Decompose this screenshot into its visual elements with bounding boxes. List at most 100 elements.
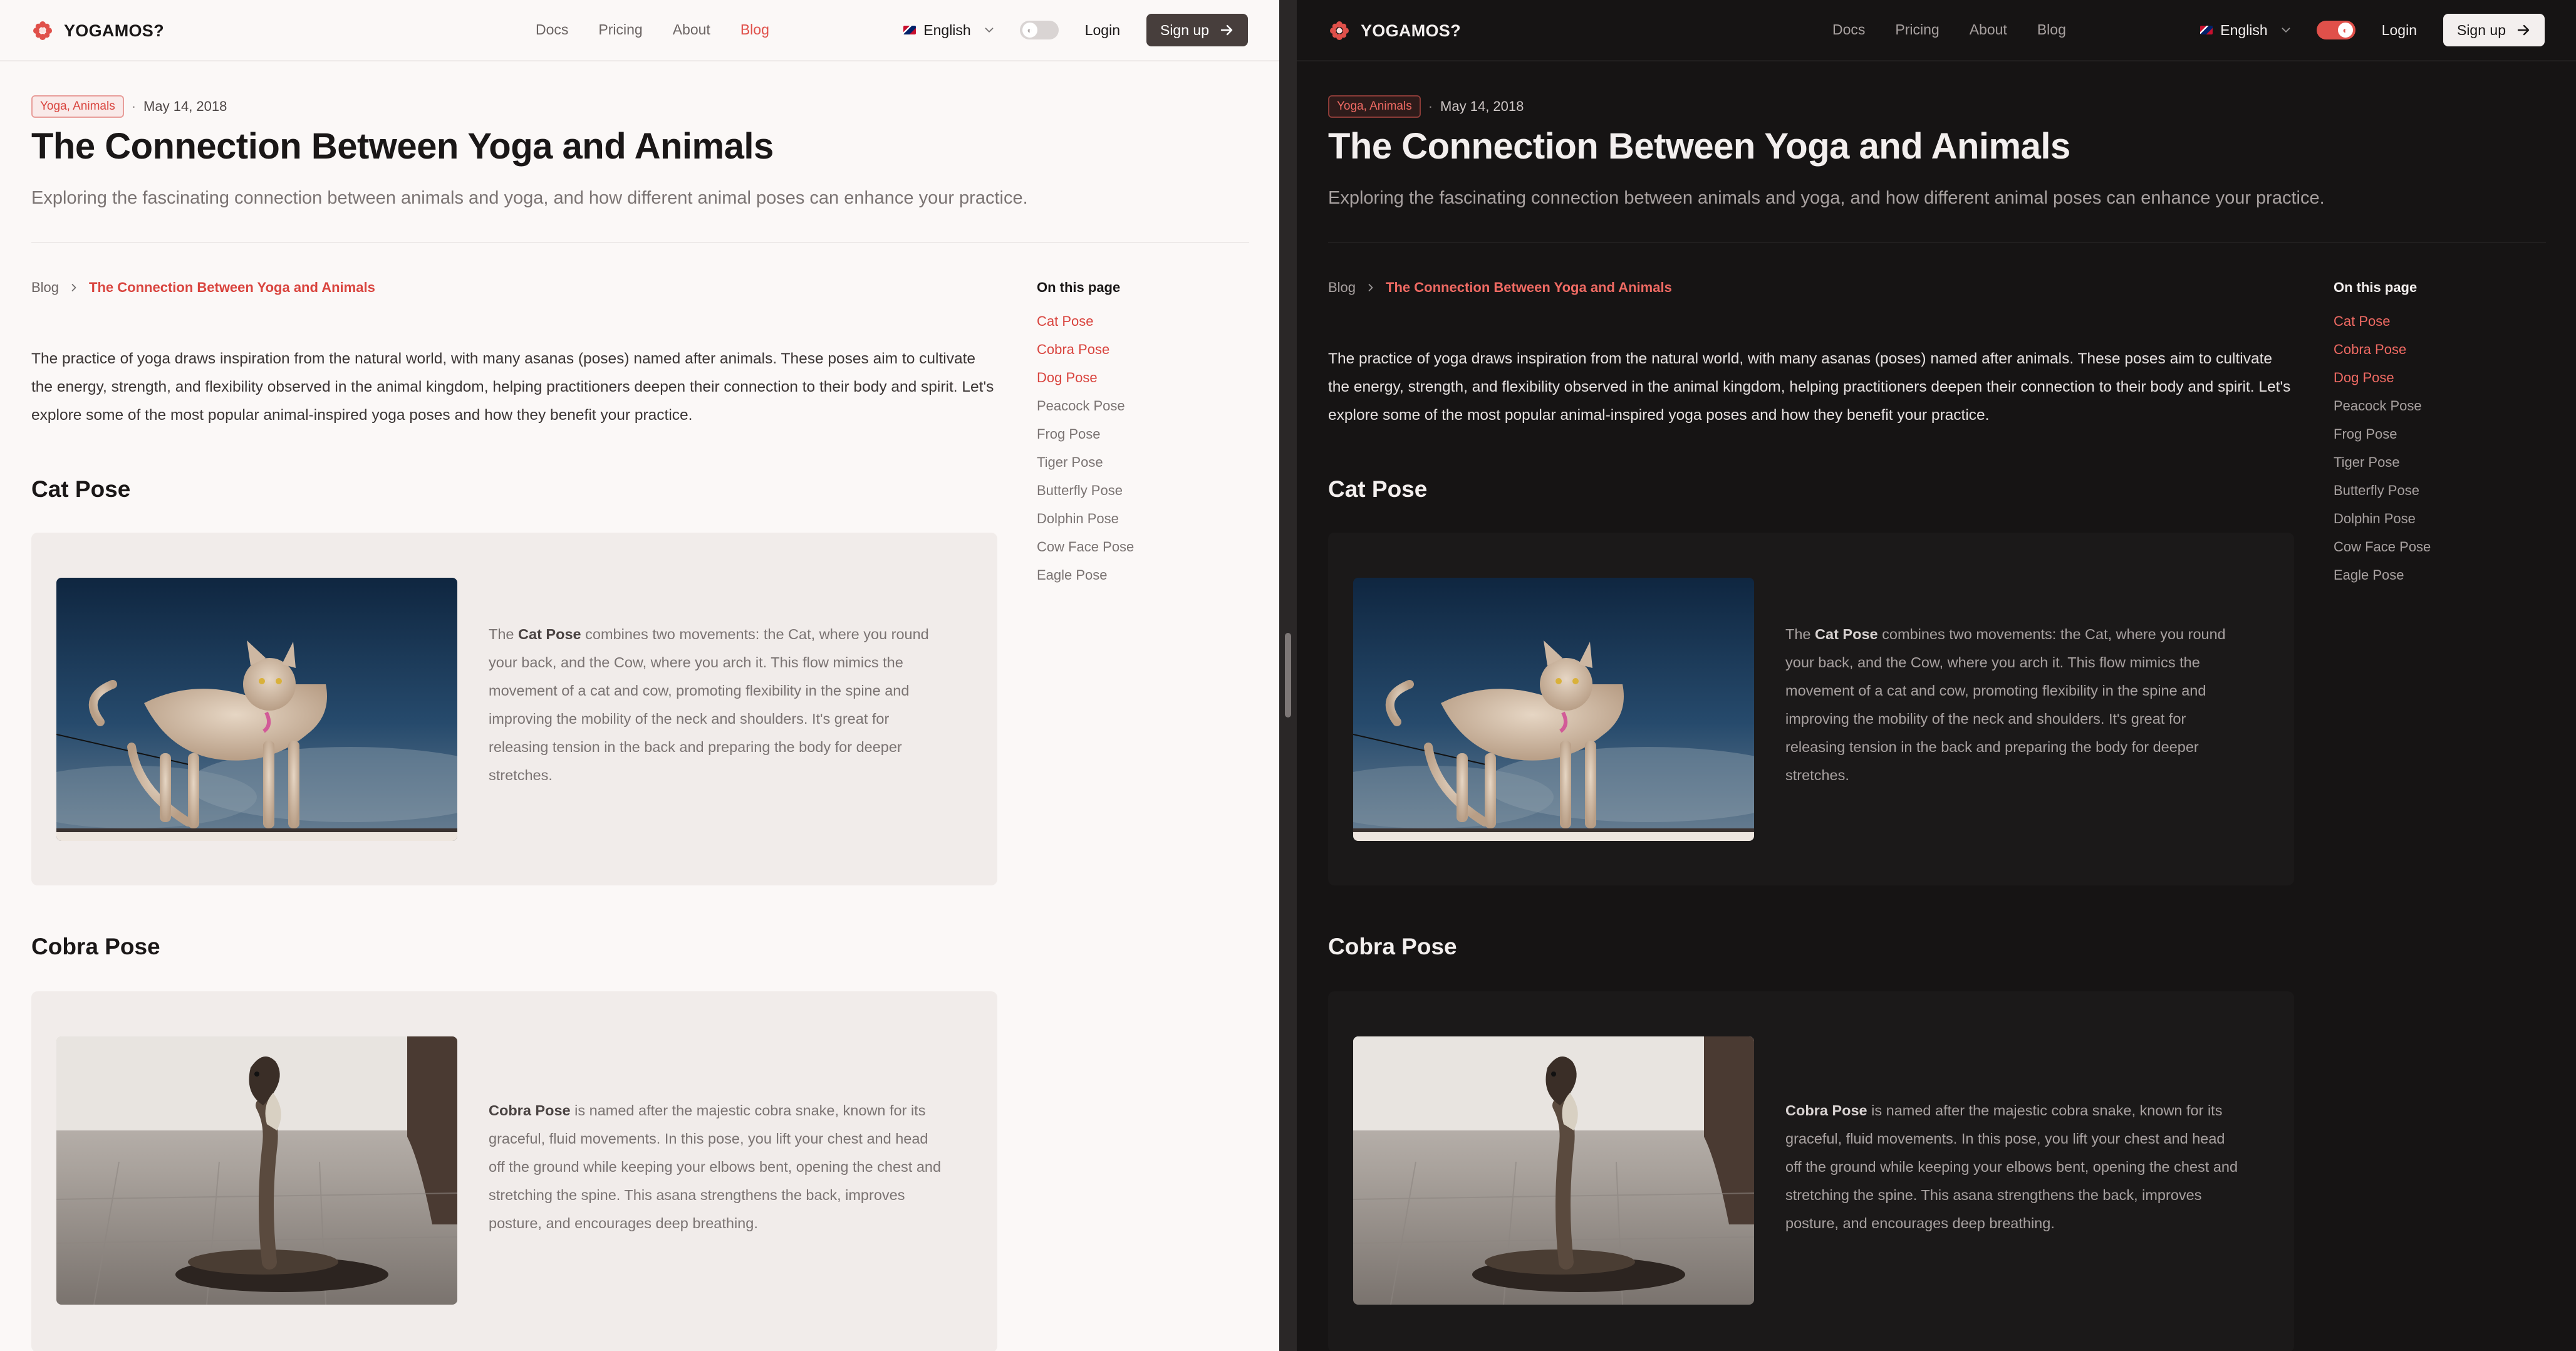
nav-link-blog[interactable]: Blog <box>740 21 769 38</box>
article-intro: The practice of yoga draws inspiration f… <box>31 350 994 424</box>
chevron-down-icon <box>985 28 994 33</box>
toc-item-dog-pose[interactable]: Dog Pose <box>2334 363 2547 392</box>
brand-logo[interactable]: YOGAMOS? <box>31 19 164 43</box>
language-selector[interactable]: English <box>2200 22 2292 39</box>
header-divider <box>31 242 1249 243</box>
login-link[interactable]: Login <box>2382 22 2417 39</box>
breadcrumb-blog[interactable]: Blog <box>1328 279 1356 296</box>
nav-actions: English ◐ Login Sign up <box>903 14 1248 46</box>
toc-item-eagle-pose[interactable]: Eagle Pose <box>1037 561 1250 589</box>
theme-toggle-icon: ◐ <box>1022 23 1037 38</box>
toc-item-dog-pose[interactable]: Dog Pose <box>1037 363 1250 392</box>
toc-item-cobra-pose[interactable]: Cobra Pose <box>2334 335 2547 363</box>
article-title: The Connection Between Yoga and Animals <box>31 126 774 167</box>
article-subtitle: Exploring the fascinating connection bet… <box>31 188 1028 208</box>
logo-flower-icon <box>1330 21 1349 40</box>
theme-toggle[interactable]: ◐ <box>1019 21 1059 39</box>
flag-icon <box>903 26 917 34</box>
toc-item-tiger-pose[interactable]: Tiger Pose <box>2334 448 2547 476</box>
section-desc-cat-pose: The Cat Pose combines two movements: the… <box>489 626 929 783</box>
nav-link-pricing[interactable]: Pricing <box>1895 21 1939 38</box>
toc-item-cobra-pose[interactable]: Cobra Pose <box>1037 335 1250 363</box>
section-card-cobra-pose: Cobra Pose is named after the majestic c… <box>1328 991 2294 1351</box>
arrow-right-icon <box>1220 24 1233 36</box>
breadcrumb-blog[interactable]: Blog <box>31 279 59 296</box>
toc-item-peacock-pose[interactable]: Peacock Pose <box>2334 392 2547 420</box>
section-card-cat-pose: The Cat Pose combines two movements: the… <box>1328 533 2294 885</box>
toc-item-frog-pose[interactable]: Frog Pose <box>2334 420 2547 448</box>
toc-item-cat-pose[interactable]: Cat Pose <box>1037 307 1250 335</box>
cat-photo-base <box>56 832 457 841</box>
arrow-right-icon <box>2517 24 2530 36</box>
navbar: YOGAMOS? Docs Pricing About Blog English… <box>0 0 1279 61</box>
publish-date: May 14, 2018 <box>1440 98 1524 114</box>
brand-name: YOGAMOS? <box>64 21 164 40</box>
header-divider <box>1328 242 2546 243</box>
signup-button[interactable]: Sign up <box>1146 14 1248 46</box>
article-meta: Yoga, Animals · May 14, 2018 <box>1328 95 1524 118</box>
article-intro: The practice of yoga draws inspiration f… <box>1328 350 2291 424</box>
theme-toggle-icon: ◐ <box>2337 23 2353 38</box>
breadcrumb-current[interactable]: The Connection Between Yoga and Animals <box>1386 279 1672 296</box>
nav-link-about[interactable]: About <box>1970 21 2007 38</box>
section-desc-cat-pose: The Cat Pose combines two movements: the… <box>1785 626 2226 783</box>
cat-photo-base <box>1353 832 1754 841</box>
toc-item-dolphin-pose[interactable]: Dolphin Pose <box>2334 504 2547 533</box>
nav-actions: English ◐ Login Sign up <box>2200 14 2545 46</box>
navbar: YOGAMOS? Docs Pricing About Blog English… <box>1297 0 2576 61</box>
section-title-cat-pose: Cat Pose <box>31 476 131 502</box>
table-of-contents: On this page Cat Pose Cobra Pose Dog Pos… <box>2334 279 2547 589</box>
section-title-cobra-pose: Cobra Pose <box>31 934 160 959</box>
dark-theme-pane: YOGAMOS? Docs Pricing About Blog English… <box>1297 0 2576 1351</box>
breadcrumb: Blog The Connection Between Yoga and Ani… <box>1328 279 1672 296</box>
toc-heading: On this page <box>1037 279 1121 295</box>
cat-photo <box>56 578 457 841</box>
toc-item-cow-face-pose[interactable]: Cow Face Pose <box>2334 533 2547 561</box>
brand-logo[interactable]: YOGAMOS? <box>1328 19 1461 43</box>
nav-link-docs[interactable]: Docs <box>536 21 568 38</box>
category-tag[interactable]: Yoga, Animals <box>1328 95 1421 118</box>
language-label: English <box>923 21 971 38</box>
section-title-cat-pose: Cat Pose <box>1328 476 1428 502</box>
signup-button[interactable]: Sign up <box>2443 14 2545 46</box>
article-title: The Connection Between Yoga and Animals <box>1328 126 2070 167</box>
nav-link-about[interactable]: About <box>673 21 710 38</box>
toc-item-cat-pose[interactable]: Cat Pose <box>2334 307 2547 335</box>
main-nav: Docs Pricing About Blog <box>536 21 769 38</box>
section-title-cobra-pose: Cobra Pose <box>1328 934 1457 959</box>
theme-toggle[interactable]: ◐ <box>2316 21 2355 39</box>
section-desc-cobra-pose: Cobra Pose is named after the majestic c… <box>1785 1102 2238 1231</box>
toc-item-eagle-pose[interactable]: Eagle Pose <box>2334 561 2547 589</box>
toc-item-dolphin-pose[interactable]: Dolphin Pose <box>1037 504 1250 533</box>
toc-item-butterfly-pose[interactable]: Butterfly Pose <box>2334 476 2547 504</box>
section-desc-cobra-pose: Cobra Pose is named after the majestic c… <box>489 1102 942 1231</box>
toc-heading: On this page <box>2334 279 2418 295</box>
nav-link-docs[interactable]: Docs <box>1832 21 1865 38</box>
split-drag-handle[interactable] <box>1285 633 1291 717</box>
toc-item-frog-pose[interactable]: Frog Pose <box>1037 420 1250 448</box>
category-tag[interactable]: Yoga, Animals <box>31 95 124 118</box>
cat-photo <box>1353 578 1754 841</box>
cat-illustration <box>56 578 457 841</box>
toc-item-peacock-pose[interactable]: Peacock Pose <box>1037 392 1250 420</box>
nav-link-blog[interactable]: Blog <box>2037 21 2066 38</box>
meta-separator: · <box>131 98 137 114</box>
section-card-cobra-pose: Cobra Pose is named after the majestic c… <box>31 991 997 1351</box>
toc-item-cow-face-pose[interactable]: Cow Face Pose <box>1037 533 1250 561</box>
split-divider[interactable] <box>1279 0 1297 1351</box>
login-link[interactable]: Login <box>1085 22 1120 39</box>
publish-date: May 14, 2018 <box>143 98 227 114</box>
breadcrumb-chevron-icon <box>1368 284 1373 291</box>
signup-label: Sign up <box>2456 21 2506 38</box>
flag-icon <box>2200 26 2213 34</box>
cobra-photo <box>1353 1036 1754 1305</box>
toc-item-butterfly-pose[interactable]: Butterfly Pose <box>1037 476 1250 504</box>
meta-separator: · <box>1428 98 1433 114</box>
language-selector[interactable]: English <box>903 22 995 39</box>
chevron-down-icon <box>2282 28 2290 33</box>
nav-link-pricing[interactable]: Pricing <box>598 21 642 38</box>
language-label: English <box>2220 21 2268 38</box>
article-meta: Yoga, Animals · May 14, 2018 <box>31 95 227 118</box>
breadcrumb-current[interactable]: The Connection Between Yoga and Animals <box>89 279 375 296</box>
toc-item-tiger-pose[interactable]: Tiger Pose <box>1037 448 1250 476</box>
